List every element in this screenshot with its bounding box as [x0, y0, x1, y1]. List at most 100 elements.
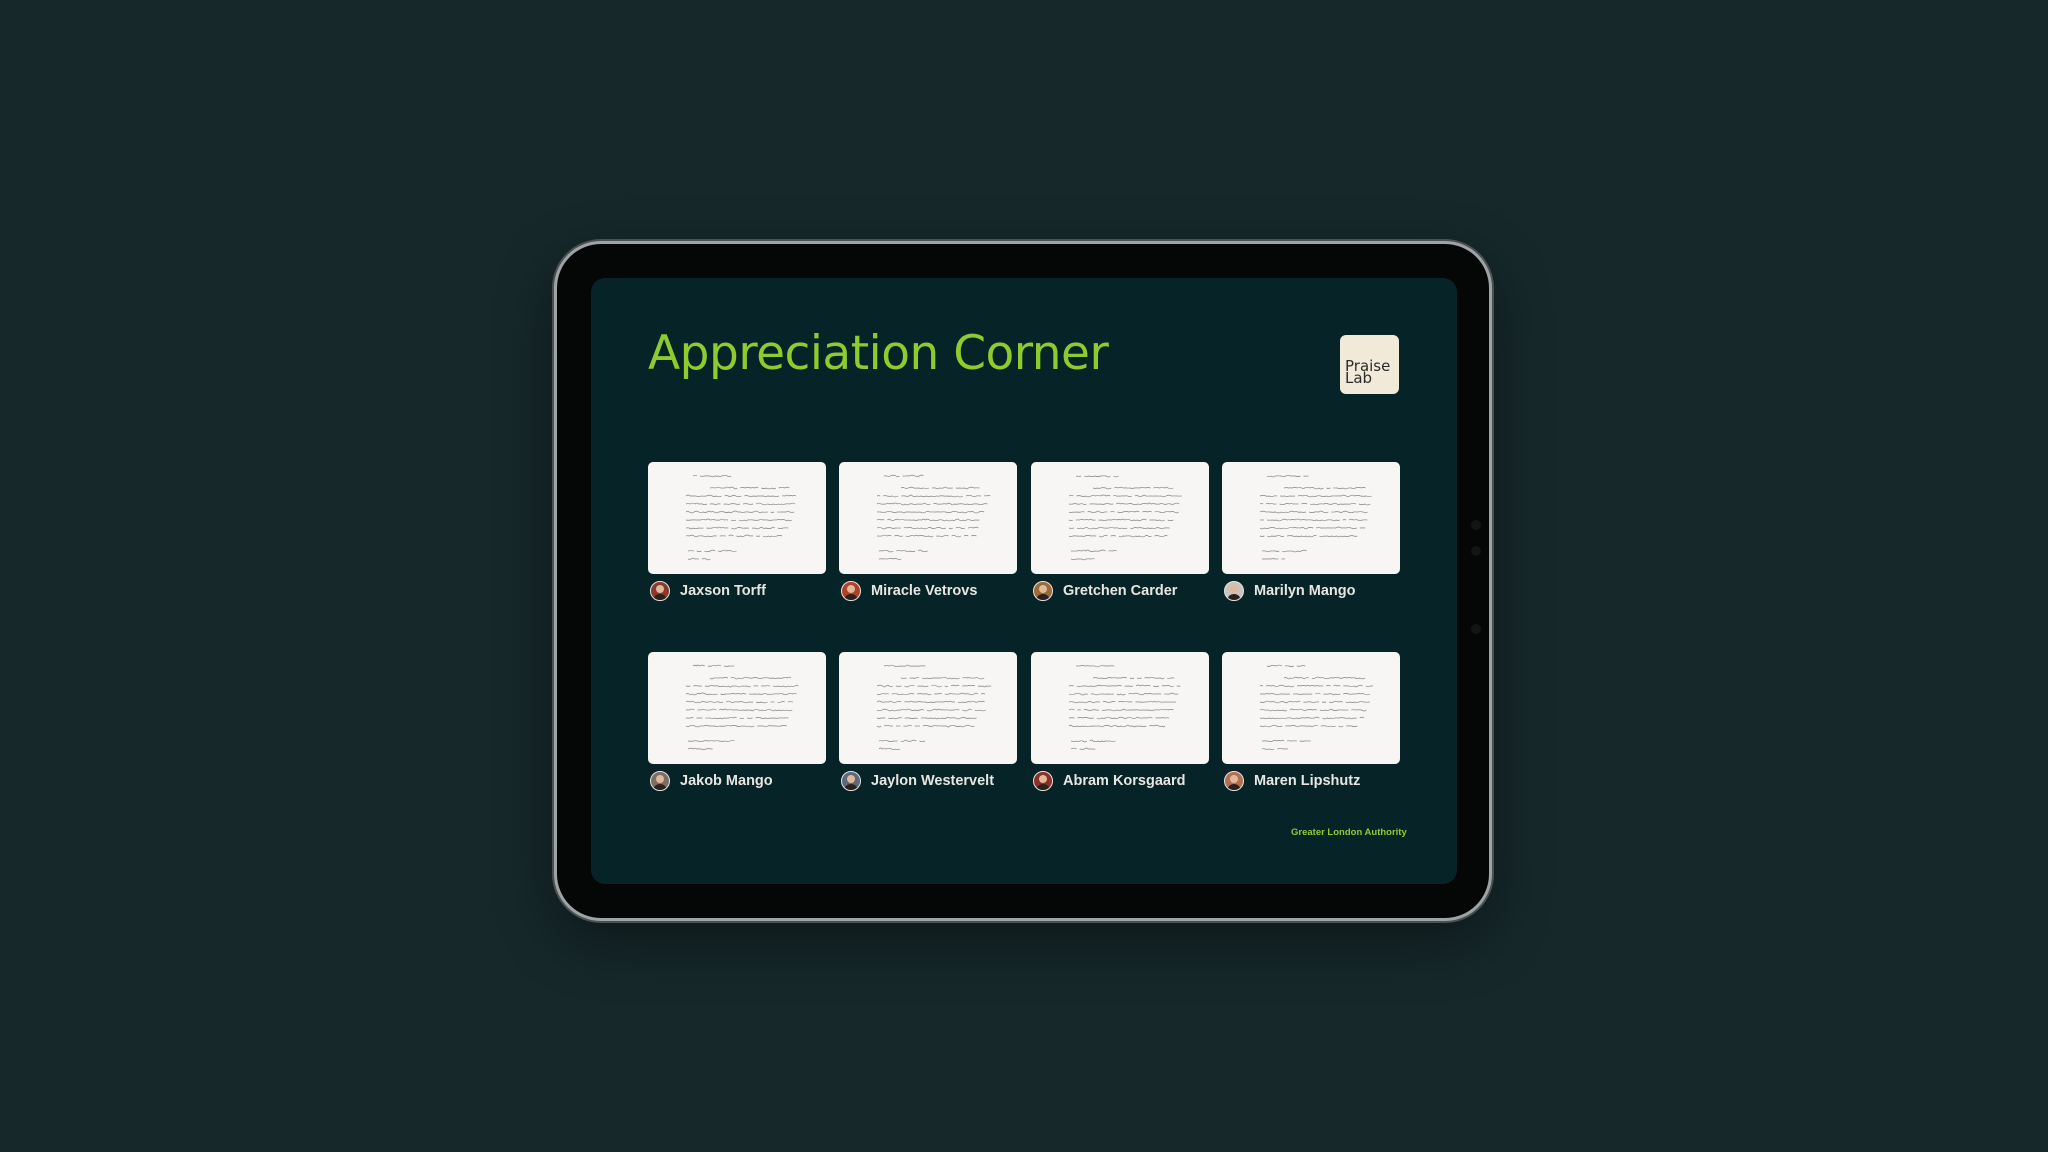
handwriting-line: [1068, 510, 1179, 514]
handwriting-line: [1259, 716, 1365, 720]
handwriting-line: [1284, 487, 1369, 489]
handwriting-line: [688, 550, 740, 552]
handwriting-scribble: [1031, 664, 1209, 750]
handwriting-line: [1070, 549, 1117, 552]
person-avatar-icon: [1033, 771, 1053, 791]
handwriting-line: [1068, 708, 1174, 712]
handwritten-letter-thumbnail[interactable]: [648, 462, 826, 574]
handwriting-scribble: [685, 474, 797, 561]
person-avatar-icon: [841, 581, 861, 601]
handwriting-line: [692, 664, 735, 667]
handwriting-line: [1069, 503, 1182, 505]
appreciation-card[interactable]: Jaxson Torff: [648, 462, 826, 601]
footer-organization: Greater London Authority: [1291, 827, 1407, 838]
handwriting-line: [1068, 700, 1177, 704]
handwriting-line: [1260, 685, 1376, 687]
handwritten-letter-thumbnail[interactable]: [839, 652, 1017, 764]
handwriting-line: [1259, 518, 1368, 522]
handwriting-line: [709, 486, 790, 490]
handwriting-line: [1266, 475, 1309, 478]
author-name: Jakob Mango: [680, 773, 773, 789]
handwritten-letter-thumbnail[interactable]: [648, 652, 826, 764]
card-author: Maren Lipshutz: [1224, 770, 1360, 792]
handwritten-letter-thumbnail[interactable]: [1031, 652, 1209, 764]
handwriting-line: [1075, 664, 1115, 668]
handwriting-line: [878, 549, 928, 553]
handwriting-line: [877, 709, 989, 711]
appreciation-card[interactable]: Maren Lipshutz: [1222, 652, 1400, 791]
handwriting-line: [876, 692, 986, 696]
handwriting-line: [686, 701, 796, 703]
author-name: Jaylon Westervelt: [871, 773, 995, 789]
handwriting-scribble: [1031, 475, 1209, 561]
page-title: Appreciation Corner: [648, 326, 1109, 381]
handwritten-letter-thumbnail[interactable]: [1222, 652, 1400, 764]
handwriting-line: [876, 534, 977, 538]
handwriting-scribble: [648, 664, 799, 750]
handwriting-line: [1068, 494, 1182, 498]
handwriting-line: [1261, 748, 1289, 750]
handwriting-line: [685, 526, 789, 530]
handwriting-line: [1259, 700, 1370, 704]
handwriting-line: [876, 510, 985, 514]
handwritten-letter-thumbnail[interactable]: [1031, 462, 1209, 574]
handwritten-letter-thumbnail[interactable]: [839, 462, 1017, 574]
handwriting-line: [1260, 495, 1375, 497]
handwriting-line: [1069, 535, 1170, 537]
appreciation-card[interactable]: Jaylon Westervelt: [839, 652, 1017, 791]
handwriting-line: [1259, 724, 1358, 728]
handwriting-line: [876, 502, 988, 506]
author-name: Gretchen Carder: [1063, 583, 1178, 599]
appreciation-card[interactable]: Jakob Mango: [648, 652, 826, 791]
handwriting-scribble: [1222, 475, 1400, 560]
handwriting-line: [1069, 685, 1183, 687]
handwriting-line: [685, 502, 796, 506]
handwriting-line: [688, 740, 738, 741]
handwriting-line: [1259, 502, 1371, 506]
handwriting-line: [876, 494, 991, 498]
author-name: Abram Korsgaard: [1063, 773, 1186, 789]
handwriting-line: [687, 557, 711, 561]
handwriting-line: [1260, 692, 1371, 696]
author-name: Maren Lipshutz: [1254, 773, 1361, 789]
appreciation-card[interactable]: Gretchen Carder: [1031, 462, 1209, 601]
person-avatar-icon: [1033, 581, 1053, 601]
handwriting-line: [1068, 692, 1179, 696]
handwriting-line: [1068, 724, 1166, 728]
handwriting-line: [876, 684, 992, 688]
handwriting-line: [685, 708, 793, 712]
handwriting-line: [879, 748, 903, 750]
handwriting-line: [1259, 510, 1368, 514]
handwriting-line: [1260, 527, 1368, 529]
person-avatar-icon: [841, 771, 861, 791]
handwriting-line: [685, 510, 795, 514]
handwritten-letter-thumbnail[interactable]: [1222, 462, 1400, 574]
tablet-device: Appreciation Corner Praise Lab Jaxson To…: [557, 244, 1489, 918]
handwriting-line: [877, 701, 988, 703]
handwriting-line: [685, 534, 783, 538]
person-avatar-icon: [650, 581, 670, 601]
appreciation-card[interactable]: Abram Korsgaard: [1031, 652, 1209, 791]
handwriting-line: [685, 494, 797, 498]
side-sensor-dot: [1471, 546, 1481, 556]
handwriting-line: [1075, 475, 1119, 478]
handwriting-line: [900, 486, 980, 490]
handwriting-line: [692, 474, 732, 478]
handwriting-line: [877, 519, 982, 521]
card-author: Jaxson Torff: [650, 580, 766, 602]
side-button-dot: [1471, 624, 1481, 634]
handwriting-line: [1259, 708, 1367, 712]
handwriting-line: [1267, 665, 1308, 667]
handwriting-line: [878, 558, 902, 560]
card-author: Gretchen Carder: [1033, 580, 1177, 602]
appreciation-card[interactable]: Marilyn Mango: [1222, 462, 1400, 601]
appreciation-card[interactable]: Miracle Vetrovs: [839, 462, 1017, 601]
card-author: Marilyn Mango: [1224, 580, 1356, 602]
logo-line-2: Lab: [1345, 369, 1373, 387]
handwriting-line: [1070, 558, 1095, 561]
handwriting-line: [1070, 739, 1116, 743]
tablet-screen: Appreciation Corner Praise Lab Jaxson To…: [591, 278, 1457, 884]
handwriting-line: [878, 739, 926, 742]
handwriting-line: [1262, 550, 1310, 552]
handwriting-line: [1068, 716, 1170, 720]
